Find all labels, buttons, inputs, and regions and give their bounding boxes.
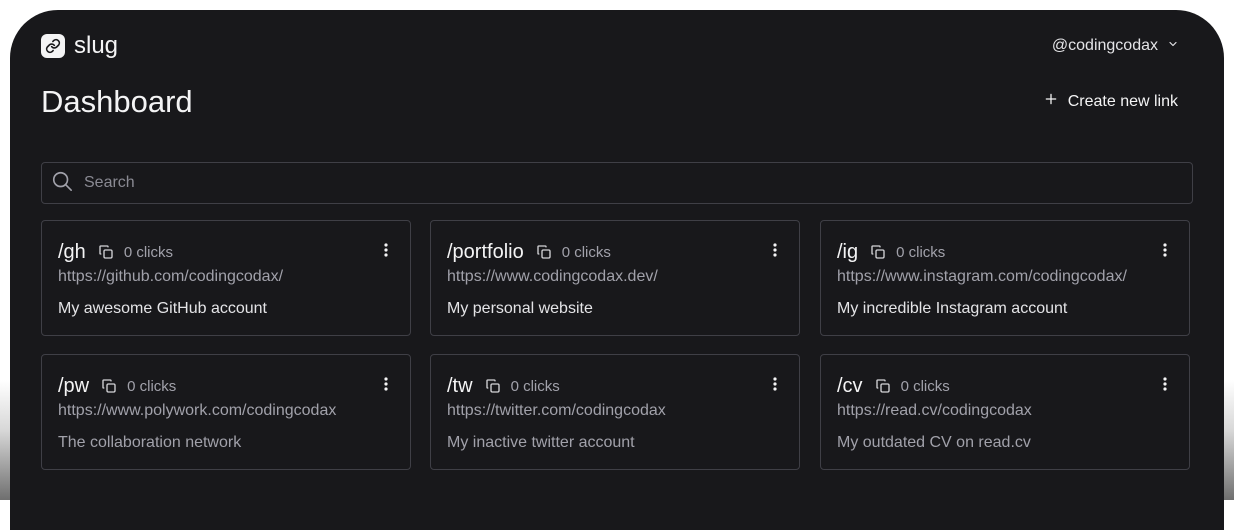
more-vertical-icon[interactable]	[773, 243, 777, 257]
click-count: 0 clicks	[896, 243, 946, 261]
link-slug: /ig	[837, 240, 859, 263]
link-card[interactable]: /ig 0 clicks https://www.instagram.com/c…	[820, 220, 1190, 336]
link-url[interactable]: https://read.cv/codingcodax	[837, 402, 1032, 420]
link-description: The collaboration network	[58, 434, 242, 451]
more-vertical-icon[interactable]	[1163, 243, 1167, 257]
link-slug: /cv	[837, 374, 863, 397]
search-box	[41, 162, 1193, 204]
link-url[interactable]: https://www.codingcodax.dev/	[447, 268, 658, 286]
link-description: My outdated CV on read.cv	[837, 434, 1031, 451]
create-new-link-button[interactable]: Create new link	[1044, 92, 1178, 111]
copy-icon[interactable]	[870, 244, 886, 260]
page-title: Dashboard	[41, 84, 193, 119]
link-url[interactable]: https://github.com/codingcodax/	[58, 268, 283, 286]
link-icon	[41, 34, 65, 58]
click-count: 0 clicks	[510, 377, 560, 395]
link-description: My personal website	[447, 300, 593, 317]
create-new-link-label: Create new link	[1067, 92, 1178, 110]
user-handle: @codingcodax	[1051, 37, 1158, 54]
copy-icon[interactable]	[875, 378, 891, 394]
link-description: My inactive twitter account	[447, 434, 635, 451]
search-icon	[42, 170, 73, 197]
link-card[interactable]: /tw 0 clicks https://twitter.com/codingc…	[430, 354, 800, 470]
link-url[interactable]: https://www.instagram.com/codingcodax/	[837, 268, 1127, 286]
link-description: My incredible Instagram account	[837, 300, 1068, 317]
link-url[interactable]: https://www.polywork.com/codingcodax	[58, 402, 336, 420]
link-url[interactable]: https://twitter.com/codingcodax	[447, 402, 666, 420]
brand[interactable]: slug	[41, 33, 118, 59]
more-vertical-icon[interactable]	[773, 377, 777, 391]
link-slug: /pw	[58, 374, 90, 397]
copy-icon[interactable]	[536, 244, 552, 260]
link-card[interactable]: /gh 0 clicks https://github.com/codingco…	[41, 220, 411, 336]
user-menu-button[interactable]: @codingcodax	[1052, 37, 1179, 55]
link-slug: /gh	[58, 240, 86, 263]
link-card[interactable]: /cv 0 clicks https://read.cv/codingcodax…	[820, 354, 1190, 470]
copy-icon[interactable]	[101, 378, 117, 394]
copy-icon[interactable]	[485, 378, 501, 394]
more-vertical-icon[interactable]	[384, 243, 388, 257]
link-slug: /portfolio	[447, 240, 524, 263]
more-vertical-icon[interactable]	[384, 377, 388, 391]
link-description: My awesome GitHub account	[58, 300, 267, 317]
app-window: slug @codingcodax Dashboard Create new l…	[10, 10, 1224, 530]
link-card[interactable]: /portfolio 0 clicks https://www.codingco…	[430, 220, 800, 336]
plus-icon	[1044, 92, 1068, 111]
app-name: slug	[74, 32, 119, 59]
click-count: 0 clicks	[561, 243, 611, 261]
link-slug: /tw	[447, 374, 473, 397]
click-count: 0 clicks	[127, 377, 177, 395]
link-card[interactable]: /pw 0 clicks https://www.polywork.com/co…	[41, 354, 411, 470]
search-input[interactable]	[82, 164, 1192, 202]
click-count: 0 clicks	[900, 377, 950, 395]
chevron-down-icon	[1158, 37, 1179, 55]
more-vertical-icon[interactable]	[1163, 377, 1167, 391]
copy-icon[interactable]	[98, 244, 114, 260]
click-count: 0 clicks	[123, 243, 173, 261]
